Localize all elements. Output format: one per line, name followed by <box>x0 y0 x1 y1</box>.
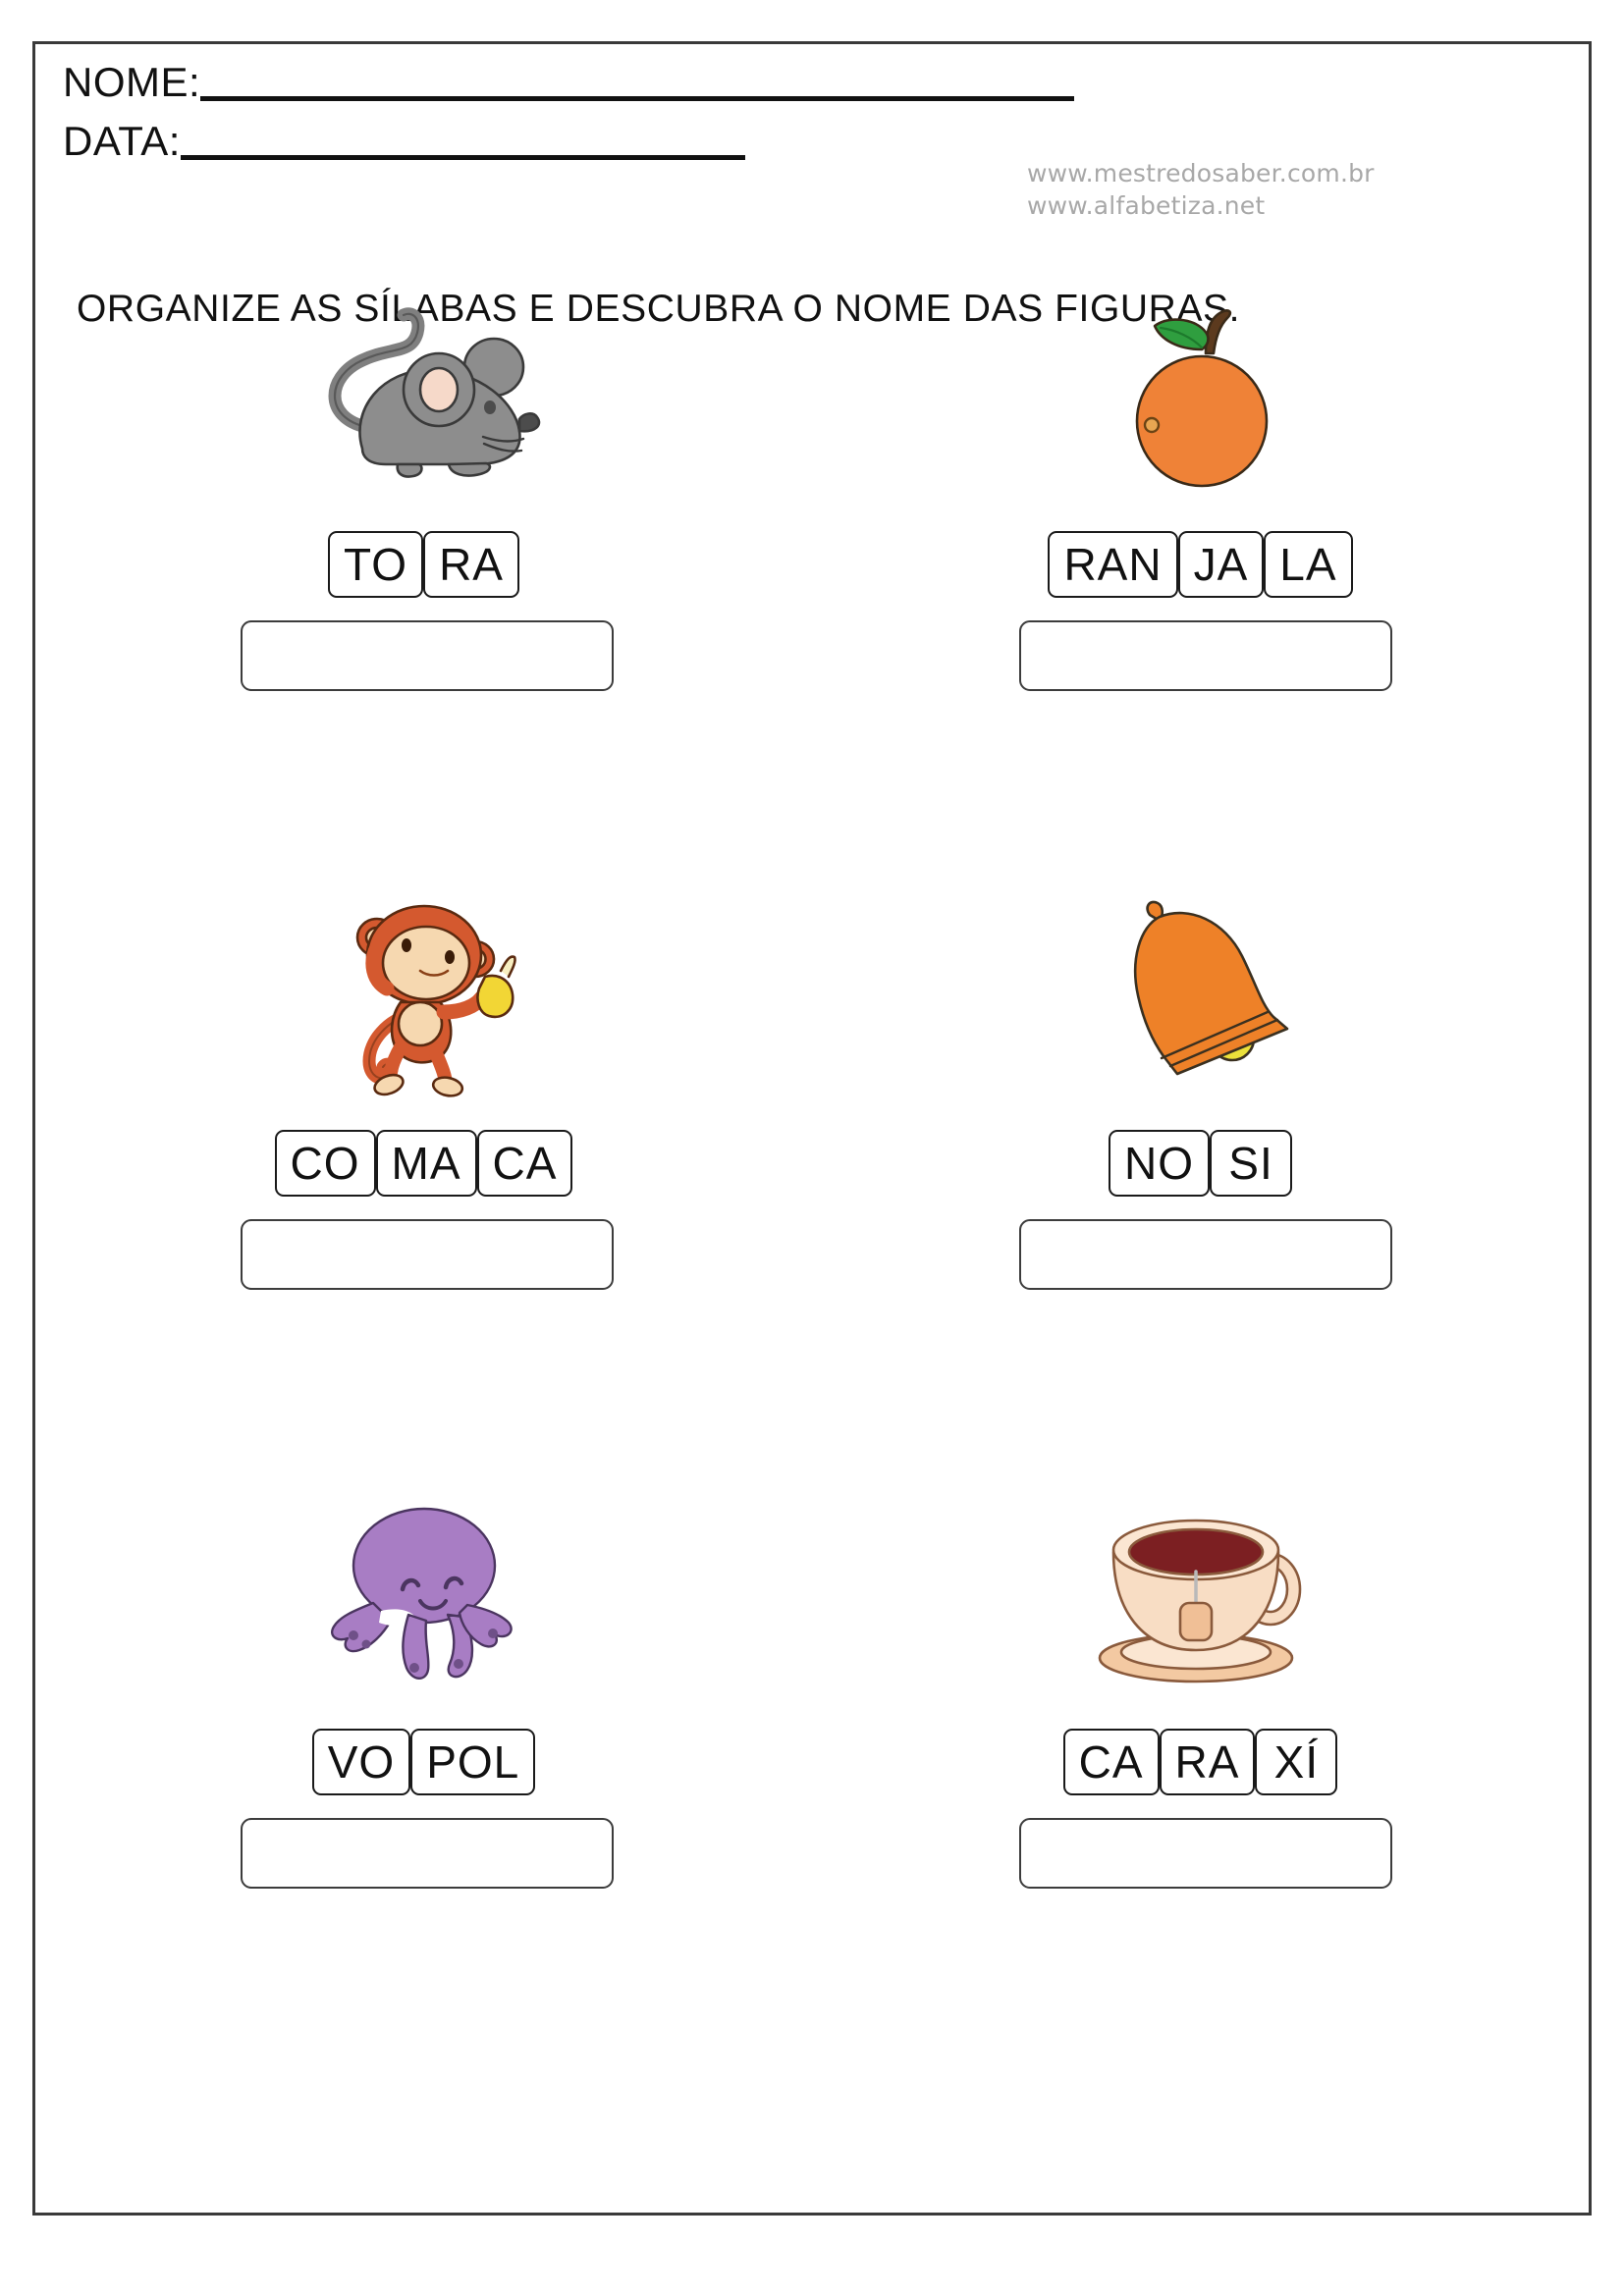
website-line-1: www.mestredosaber.com.br <box>1027 159 1375 187</box>
answer-input-box[interactable] <box>1018 1818 1392 1889</box>
exercise-grid: TO RA RAN JA LA CO MA CA NO SI VO POL CA… <box>35 260 1589 2056</box>
syllable-strip: NO SI <box>1109 1130 1292 1197</box>
syllable-tile[interactable]: CA <box>1062 1729 1160 1795</box>
exercise-item-orange: RAN JA LA <box>812 260 1589 859</box>
exercise-row: TO RA RAN JA LA <box>35 260 1589 859</box>
syllable-tile[interactable]: XÍ <box>1255 1729 1338 1795</box>
syllable-tile[interactable]: TO <box>328 531 424 598</box>
exercise-row: CO MA CA NO SI <box>35 859 1589 1458</box>
teacup-illustration <box>812 1458 1589 1723</box>
syllable-strip: CO MA CA <box>274 1130 573 1197</box>
exercise-item-octopus: VO POL <box>35 1458 812 2056</box>
syllable-tile[interactable]: VO <box>311 1729 411 1795</box>
octopus-illustration <box>35 1458 812 1723</box>
answer-input-box[interactable] <box>1018 1219 1392 1290</box>
answer-input-box[interactable] <box>240 620 614 691</box>
monkey-illustration <box>35 859 812 1124</box>
exercise-item-monkey: CO MA CA <box>35 859 812 1458</box>
syllable-strip: TO RA <box>328 531 519 598</box>
exercise-item-mouse: TO RA <box>35 260 812 859</box>
syllable-tile[interactable]: POL <box>410 1729 536 1795</box>
data-write-line[interactable] <box>180 155 745 160</box>
exercise-item-bell: NO SI <box>812 859 1589 1458</box>
data-field-row: DATA: <box>63 121 745 164</box>
syllable-tile[interactable]: RA <box>423 531 519 598</box>
nome-field-row: NOME: <box>63 59 1075 105</box>
exercise-item-teacup: CA RA XÍ <box>812 1458 1589 2056</box>
mouse-illustration <box>35 260 812 525</box>
syllable-tile[interactable]: NO <box>1109 1130 1210 1197</box>
data-label: DATA: <box>63 118 181 164</box>
syllable-strip: RAN JA LA <box>1048 531 1353 598</box>
syllable-tile[interactable]: CO <box>274 1130 376 1197</box>
syllable-tile[interactable]: LA <box>1264 531 1353 598</box>
syllable-tile[interactable]: SI <box>1210 1130 1292 1197</box>
answer-input-box[interactable] <box>240 1219 614 1290</box>
syllable-strip: VO POL <box>311 1729 536 1795</box>
nome-write-line[interactable] <box>200 96 1075 101</box>
syllable-tile[interactable]: RAN <box>1048 531 1178 598</box>
syllable-tile[interactable]: JA <box>1177 531 1265 598</box>
bell-illustration <box>812 859 1589 1124</box>
website-credits: www.mestredosaber.com.br www.alfabetiza.… <box>1027 157 1375 223</box>
syllable-tile[interactable]: MA <box>375 1130 477 1197</box>
syllable-tile[interactable]: RA <box>1159 1729 1256 1795</box>
nome-label: NOME: <box>63 59 201 105</box>
orange-illustration <box>812 260 1589 525</box>
answer-input-box[interactable] <box>1018 620 1392 691</box>
exercise-row: VO POL CA RA XÍ <box>35 1458 1589 2056</box>
syllable-tile[interactable]: CA <box>476 1130 573 1197</box>
syllable-strip: CA RA XÍ <box>1062 1729 1338 1795</box>
worksheet-page: NOME: DATA: www.mestredosaber.com.br www… <box>32 41 1592 2216</box>
answer-input-box[interactable] <box>240 1818 614 1889</box>
website-line-2: www.alfabetiza.net <box>1027 191 1266 221</box>
